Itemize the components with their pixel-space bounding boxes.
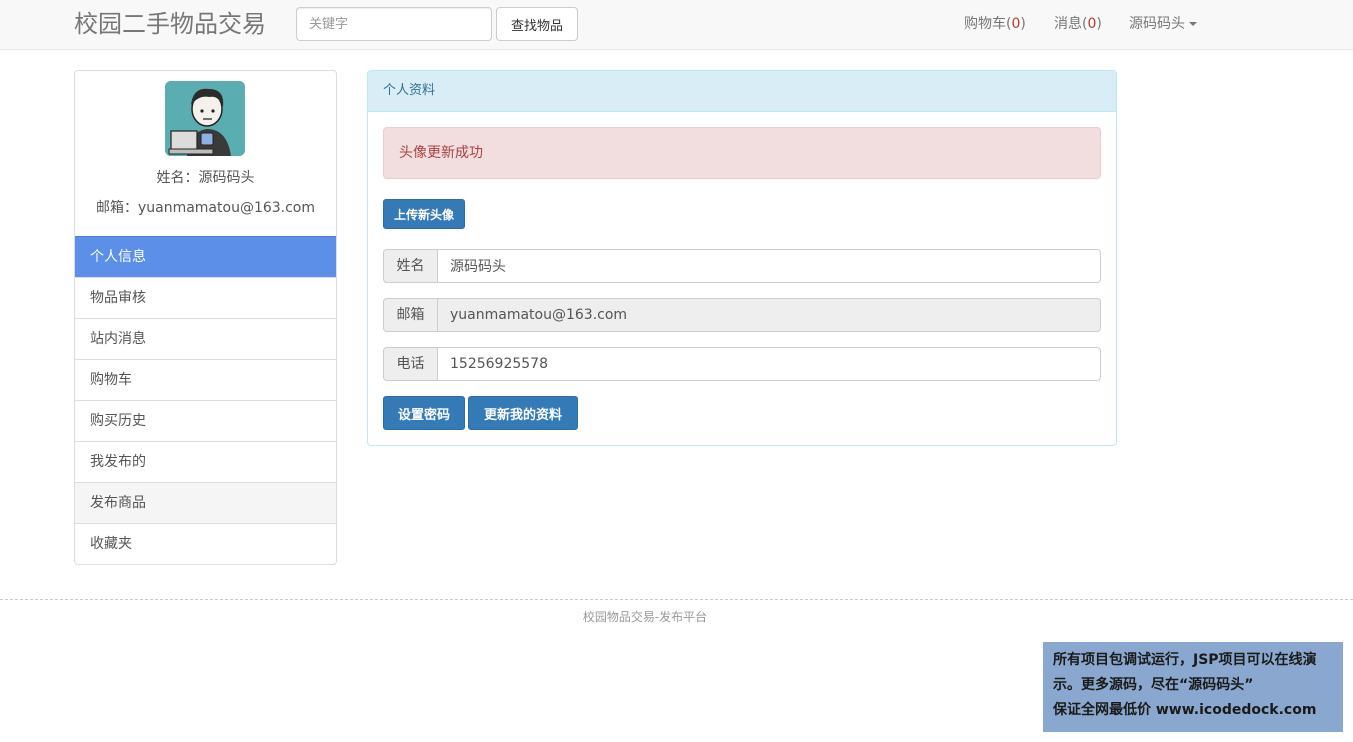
search-button[interactable]: 查找物品 [496, 7, 578, 41]
site-brand[interactable]: 校园二手物品交易 [74, 8, 266, 40]
sidebar-item-favorites[interactable]: 收藏夹 [75, 523, 336, 564]
caret-down-icon [1189, 22, 1197, 26]
watermark-line-2: 示。更多源码，尽在“源码码头” [1053, 677, 1254, 693]
nav-cart-link[interactable]: 购物车(0) [964, 0, 1026, 50]
profile-sidebar: 姓名：源码码头 邮箱：yuanmamatou@163.com 个人信息 物品审核… [74, 70, 337, 565]
watermark-line-1: 所有项目包调试运行，JSP项目可以在线演 [1053, 652, 1317, 668]
set-password-button[interactable]: 设置密码 [383, 396, 465, 430]
sidebar-item-item-review[interactable]: 物品审核 [75, 277, 336, 318]
user-dropdown[interactable]: 源码码头 [1129, 0, 1197, 50]
success-alert: 头像更新成功 [383, 127, 1101, 179]
nav-message-link[interactable]: 消息(0) [1054, 0, 1102, 50]
search-input[interactable] [296, 7, 492, 41]
user-name: 源码码头 [1129, 16, 1185, 32]
avatar[interactable] [165, 81, 245, 156]
upload-avatar-button[interactable]: 上传新头像 [383, 199, 465, 229]
sidebar-item-messages[interactable]: 站内消息 [75, 318, 336, 359]
profile-email: 邮箱：yuanmamatou@163.com [95, 200, 316, 216]
promo-watermark: 所有项目包调试运行，JSP项目可以在线演 示。更多源码，尽在“源码码头” 保证全… [1043, 642, 1343, 732]
sidebar-item-personal-info[interactable]: 个人信息 [75, 236, 336, 277]
message-label: 消息( [1054, 16, 1088, 32]
update-profile-button[interactable]: 更新我的资料 [468, 396, 578, 430]
top-navbar: 校园二手物品交易 查找物品 购物车(0) 消息(0) 源码码头 [0, 0, 1353, 50]
email-field[interactable] [437, 298, 1101, 332]
email-input-group: 邮箱 [383, 298, 1101, 332]
sidebar-menu: 个人信息 物品审核 站内消息 购物车 购买历史 我发布的 发布商品 收藏夹 [75, 236, 336, 564]
cart-label: 购物车( [964, 16, 1012, 32]
watermark-line-3: 保证全网最低价 www.icodedock.com [1053, 702, 1317, 718]
cart-paren: ) [1020, 16, 1026, 32]
phone-input-group: 电话 [383, 347, 1101, 381]
message-paren: ) [1096, 16, 1102, 32]
name-input-group: 姓名 [383, 249, 1101, 283]
footer-text: 校园物品交易-发布平台 [582, 610, 708, 624]
phone-label: 电话 [383, 347, 437, 381]
profile-name: 姓名：源码码头 [156, 170, 255, 186]
sidebar-item-cart[interactable]: 购物车 [75, 359, 336, 400]
sidebar-item-publish-item[interactable]: 发布商品 [75, 482, 336, 523]
phone-field[interactable] [437, 347, 1101, 381]
panel-heading: 个人资料 [368, 71, 1116, 112]
avatar-cartoon-icon [165, 81, 245, 156]
name-field[interactable] [437, 249, 1101, 283]
sidebar-item-purchase-history[interactable]: 购买历史 [75, 400, 336, 441]
sidebar-item-my-posts[interactable]: 我发布的 [75, 441, 336, 482]
name-label: 姓名 [383, 249, 437, 283]
email-label: 邮箱 [383, 298, 437, 332]
profile-panel: 个人资料 头像更新成功 上传新头像 姓名 邮箱 电话 设置密码 更新我的资料 [367, 70, 1117, 446]
footer-divider [0, 599, 1353, 600]
